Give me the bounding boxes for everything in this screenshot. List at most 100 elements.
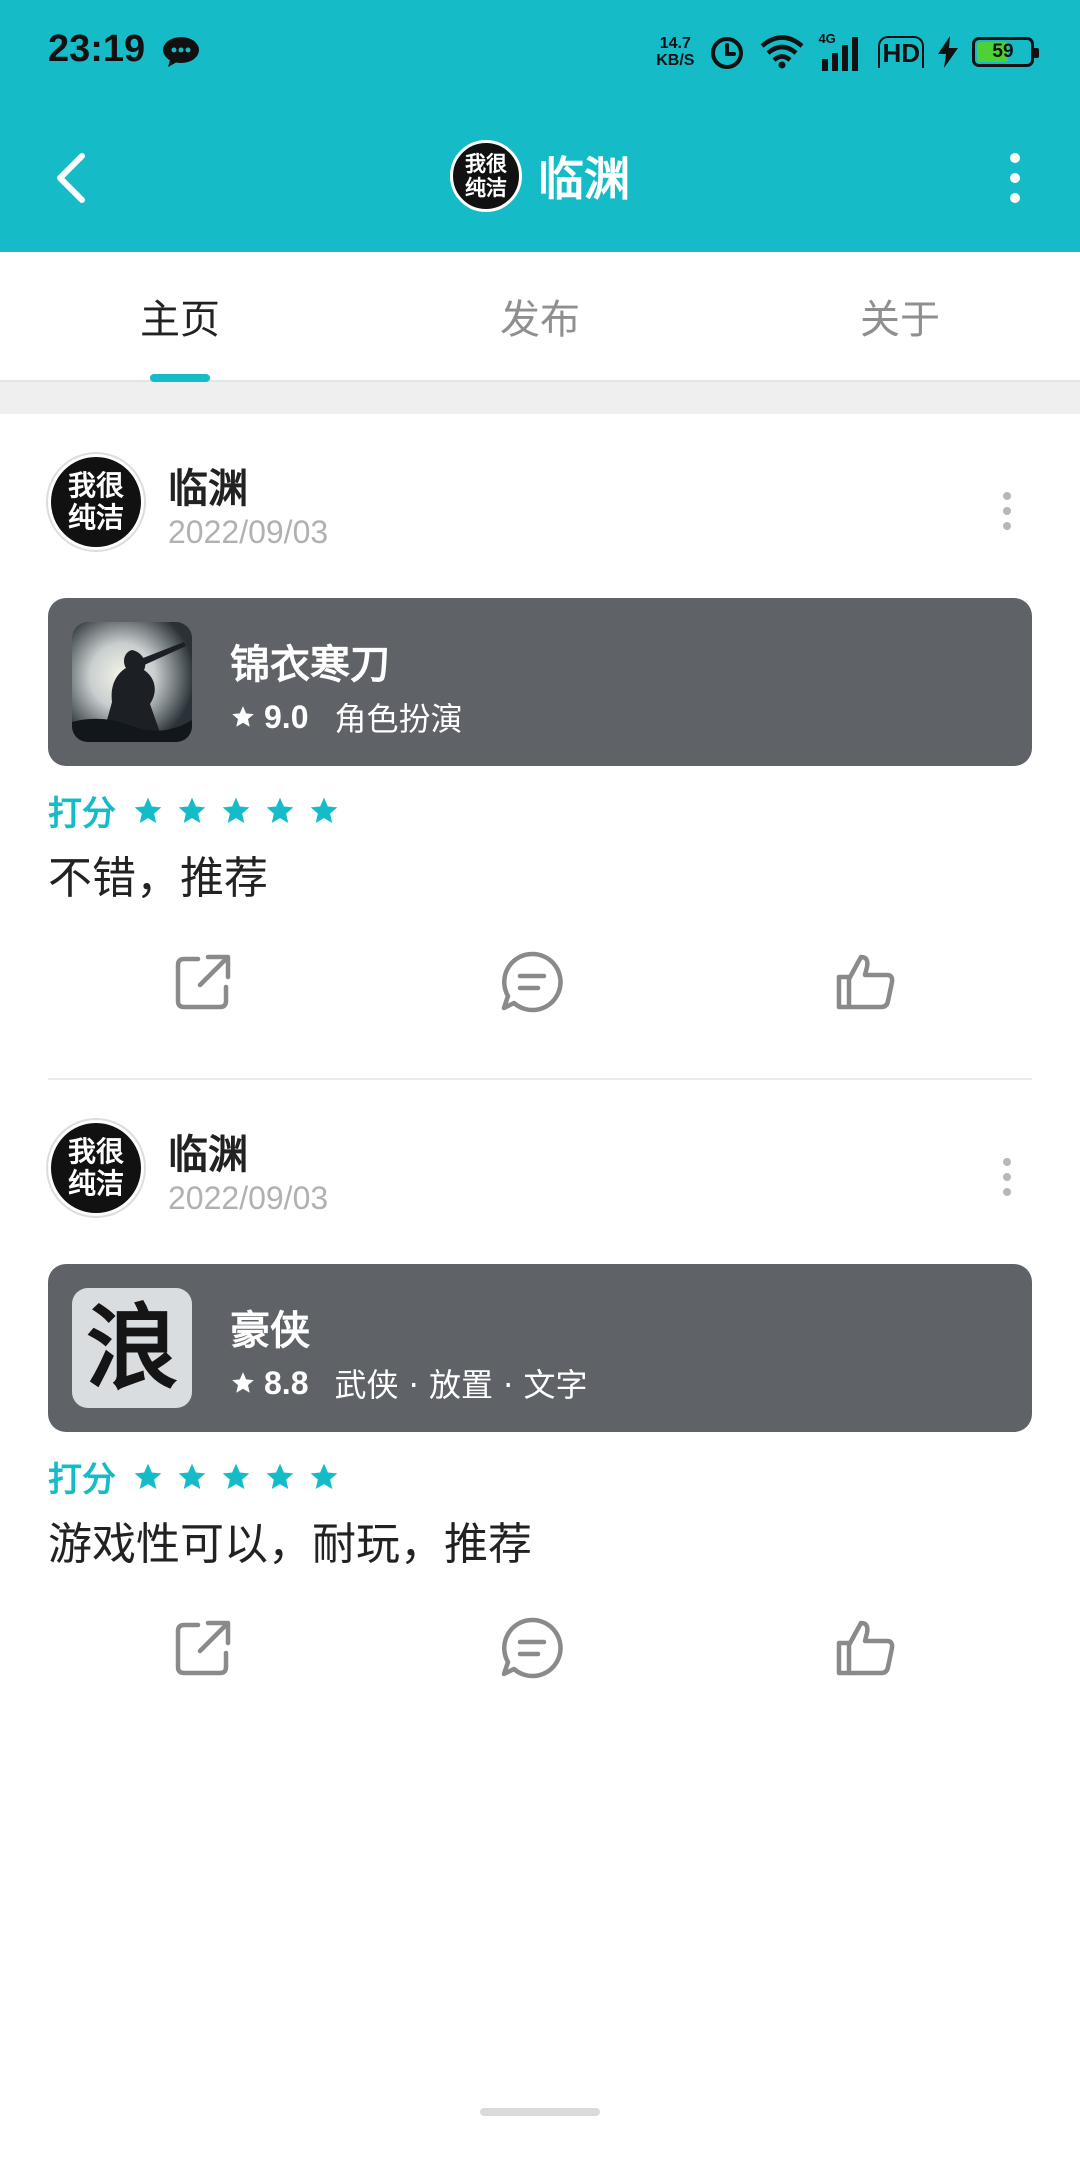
comment-icon [501, 951, 563, 1013]
game-meta: 8.8 武侠 · 放置 · 文字 [230, 1360, 588, 1406]
tab-published[interactable]: 发布 [360, 252, 720, 380]
cellular-signal: 4G [818, 31, 864, 71]
game-card[interactable]: 浪 豪侠 8.8 武侠 · 放置 · 文字 [48, 1264, 1032, 1432]
post-actions [0, 1608, 1080, 1688]
net-speed-value: 14.7 [659, 35, 691, 52]
page-title: 临渊 [538, 152, 630, 206]
avatar[interactable]: 我很 纯洁 [48, 454, 144, 550]
more-vertical-icon [1003, 492, 1011, 500]
logo-line-2: 纯洁 [465, 176, 507, 200]
share-icon [175, 954, 231, 1010]
rating-row: 打分 [48, 786, 340, 835]
game-card[interactable]: 锦衣寒刀 9.0 角色扮演 [48, 598, 1032, 766]
avatar-line-2: 纯洁 [67, 1167, 124, 1200]
star-icon [222, 797, 250, 823]
more-vertical-icon-dot [1003, 1173, 1011, 1181]
game-tags: 角色扮演 [334, 700, 463, 738]
share-button[interactable] [163, 1608, 243, 1688]
review-text: 游戏性可以，耐玩，推荐 [48, 1519, 532, 1570]
game-score: 8.8 [264, 1364, 309, 1401]
charging-icon [938, 36, 958, 68]
star-icon [178, 797, 206, 823]
message-bubble-icon [163, 37, 199, 67]
star-icon [266, 797, 294, 823]
game-name: 锦衣寒刀 [230, 642, 390, 688]
battery: 59 [972, 37, 1039, 67]
post-actions [0, 942, 1080, 1022]
logo-line-1: 我很 [465, 152, 507, 176]
rating-row: 打分 [48, 1452, 340, 1501]
star-icon [266, 1463, 294, 1489]
game-icon [72, 622, 192, 742]
username[interactable]: 临渊 [168, 1122, 248, 1180]
wifi-icon [760, 35, 804, 69]
app-header: 23:19 14.7 KB/S 4G HD 59 我很 纯洁 临渊 [0, 0, 1080, 252]
tab-bar: 主页 发布 关于 [0, 252, 1080, 382]
more-vertical-icon-dot [1003, 507, 1011, 515]
post-divider [48, 1078, 1032, 1080]
post-date: 2022/09/03 [168, 1180, 329, 1216]
comment-button[interactable] [492, 942, 572, 1022]
net-speed-unit: KB/S [656, 52, 695, 69]
star-icon [134, 1463, 162, 1489]
like-button[interactable] [826, 1608, 906, 1688]
avatar-line-1: 我很 [67, 1135, 124, 1168]
home-indicator[interactable] [480, 2108, 600, 2116]
username[interactable]: 临渊 [168, 456, 248, 514]
comment-button[interactable] [492, 1608, 572, 1688]
header-title-group: 我很 纯洁 临渊 [0, 130, 1080, 222]
tab-home[interactable]: 主页 [0, 252, 360, 380]
status-time: 23:19 [48, 28, 146, 70]
game-icon-image [72, 622, 192, 742]
alarm-icon [711, 37, 744, 69]
game-icon: 浪 [72, 1288, 192, 1408]
game-score: 9.0 [264, 698, 309, 735]
thumbs-up-icon [836, 954, 895, 1010]
comment-icon [501, 1617, 563, 1679]
post-date: 2022/09/03 [168, 514, 329, 550]
star-icon [222, 1463, 250, 1489]
avatar[interactable]: 我很 纯洁 [48, 1120, 144, 1216]
status-icons: 14.7 KB/S 4G HD 59 [656, 30, 1039, 74]
section-divider [0, 382, 1080, 414]
game-meta: 9.0 角色扮演 [230, 694, 463, 740]
star-icon [178, 1463, 206, 1489]
more-vertical-icon-dot [1003, 522, 1011, 530]
rating-label: 打分 [48, 1460, 116, 1500]
share-button[interactable] [163, 942, 243, 1022]
post-more-button[interactable] [992, 1152, 1022, 1202]
star-icon [310, 1463, 338, 1489]
signal-icon [822, 37, 859, 71]
more-vertical-icon [1010, 153, 1020, 163]
post-more-button[interactable] [992, 486, 1022, 536]
net-speed: 14.7 KB/S [656, 35, 694, 69]
thumbs-up-icon [836, 1620, 895, 1676]
rating-label: 打分 [48, 794, 116, 834]
more-vertical-icon-dot [1003, 1188, 1011, 1196]
star-icon [232, 706, 254, 727]
avatar-line-2: 纯洁 [67, 501, 124, 534]
like-button[interactable] [826, 942, 906, 1022]
battery-level: 59 [992, 41, 1014, 62]
review-text: 不错，推荐 [48, 853, 268, 904]
more-options-button[interactable] [990, 138, 1040, 218]
game-name: 豪侠 [230, 1308, 310, 1354]
nav-bar: 我很 纯洁 临渊 [0, 108, 1080, 252]
avatar-line-1: 我很 [67, 469, 124, 502]
more-vertical-icon-dot [1010, 173, 1020, 183]
game-icon-glyph: 浪 [85, 1294, 178, 1402]
header-avatar: 我很 纯洁 [450, 140, 522, 212]
star-icon [134, 797, 162, 823]
star-icon [232, 1372, 254, 1393]
hd-voice: HD [878, 36, 924, 68]
status-bar: 23:19 14.7 KB/S 4G HD 59 [0, 0, 1080, 108]
tab-about[interactable]: 关于 [720, 252, 1080, 380]
battery-tip [1034, 48, 1039, 58]
share-icon [175, 1620, 231, 1676]
more-vertical-icon-dot [1010, 193, 1020, 203]
active-tab-indicator [150, 374, 210, 382]
more-vertical-icon [1003, 1158, 1011, 1166]
game-tags: 武侠 · 放置 · 文字 [334, 1366, 588, 1404]
star-icon [310, 797, 338, 823]
hd-label: HD [878, 36, 924, 68]
